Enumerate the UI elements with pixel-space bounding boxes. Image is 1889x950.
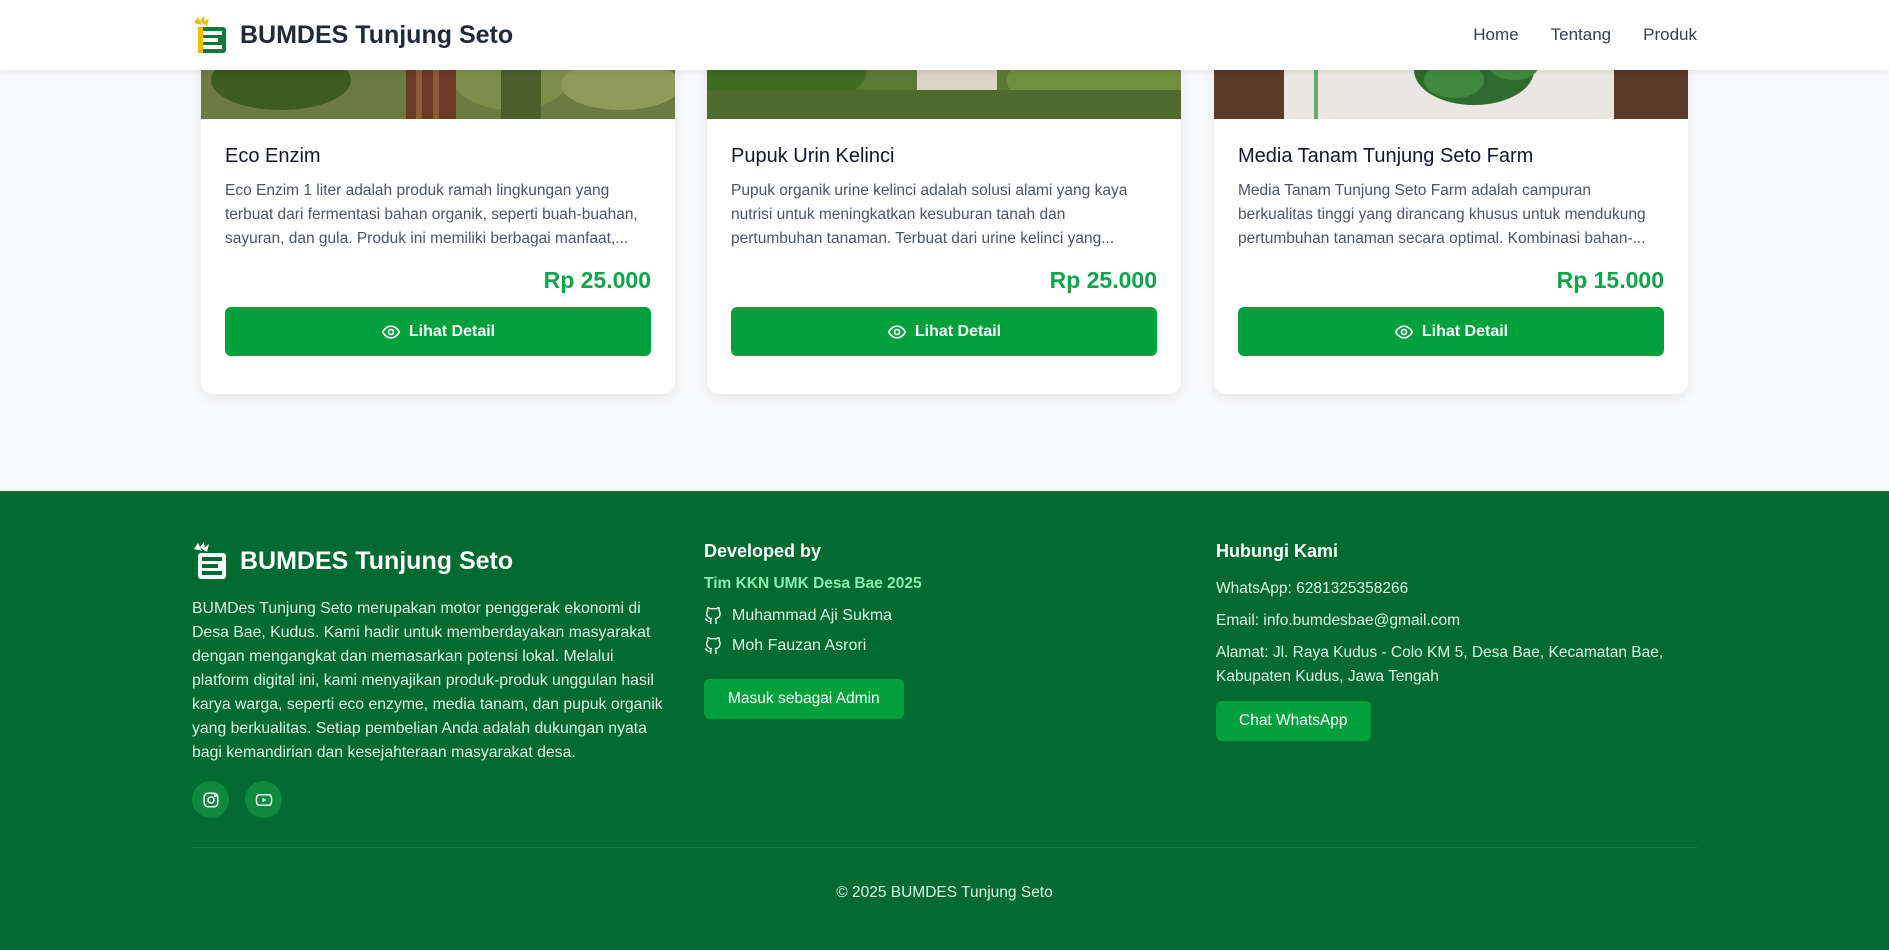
product-description: Pupuk organik urine kelinci adalah solus… xyxy=(731,182,1128,247)
contact-email: Email: info.bumdesbae@gmail.com xyxy=(1216,612,1461,629)
view-detail-button[interactable]: Lihat Detail xyxy=(1238,307,1664,356)
team-name: Tim KKN UMK Desa Bae 2025 xyxy=(704,575,922,592)
nav-home[interactable]: Home xyxy=(1473,25,1518,45)
footer-divider xyxy=(192,847,1697,848)
footer-about-text: BUMDes Tunjung Seto merupakan motor peng… xyxy=(192,600,663,761)
admin-login-button[interactable]: Masuk sebagai Admin xyxy=(704,679,904,719)
product-price: Rp 15.000 xyxy=(1556,267,1664,293)
nav-produk[interactable]: Produk xyxy=(1643,25,1697,45)
logo-icon xyxy=(194,16,226,53)
developed-by-heading: Developed by xyxy=(704,541,822,561)
view-detail-label: Lihat Detail xyxy=(408,322,496,340)
view-detail-button[interactable]: Lihat Detail xyxy=(225,307,651,356)
brand-link[interactable]: BUMDES Tunjung Seto xyxy=(192,15,513,55)
developer-name: Moh Fauzan Asrori xyxy=(732,637,867,654)
youtube-link[interactable] xyxy=(245,781,282,818)
product-description: Eco Enzim 1 liter adalah produk ramah li… xyxy=(225,182,638,247)
eye-icon xyxy=(1394,324,1414,339)
main-nav: Home Tentang Produk xyxy=(1473,25,1697,45)
view-detail-label: Lihat Detail xyxy=(1421,322,1509,340)
products-section: Eco Enzim Eco Enzim 1 liter adalah produ… xyxy=(0,0,1889,491)
social-links xyxy=(192,781,670,818)
github-icon xyxy=(704,637,721,655)
eye-icon xyxy=(381,324,401,339)
contact-whatsapp: WhatsApp: 6281325358266 xyxy=(1216,580,1409,597)
developer-link[interactable]: Moh Fauzan Asrori xyxy=(704,637,1164,655)
eye-icon xyxy=(887,324,907,339)
footer-brand-name: BUMDES Tunjung Seto xyxy=(240,546,514,575)
product-title: Pupuk Urin Kelinci xyxy=(731,145,895,167)
copyright: © 2025 BUMDES Tunjung Seto xyxy=(836,884,1053,901)
site-header: BUMDES Tunjung Seto Home Tentang Produk xyxy=(0,0,1889,70)
view-detail-button[interactable]: Lihat Detail xyxy=(731,307,1157,356)
logo-icon xyxy=(194,542,226,579)
brand-name: BUMDES Tunjung Seto xyxy=(240,20,514,49)
developer-name: Muhammad Aji Sukma xyxy=(732,607,893,624)
contact-address: Alamat: Jl. Raya Kudus - Colo KM 5, Desa… xyxy=(1216,644,1664,685)
product-title: Media Tanam Tunjung Seto Farm xyxy=(1238,145,1534,167)
developer-link[interactable]: Muhammad Aji Sukma xyxy=(704,607,1164,625)
footer-brand: BUMDES Tunjung Seto xyxy=(192,541,670,581)
instagram-link[interactable] xyxy=(192,781,229,818)
footer-contact: Hubungi Kami WhatsApp: 6281325358266 Ema… xyxy=(1216,541,1696,741)
github-icon xyxy=(704,607,721,625)
product-price: Rp 25.000 xyxy=(543,267,651,293)
product-title: Eco Enzim xyxy=(225,145,321,167)
instagram-icon xyxy=(203,792,218,807)
nav-tentang[interactable]: Tentang xyxy=(1551,25,1612,45)
product-price: Rp 25.000 xyxy=(1049,267,1157,293)
chat-whatsapp-button[interactable]: Chat WhatsApp xyxy=(1216,701,1371,741)
view-detail-label: Lihat Detail xyxy=(914,322,1002,340)
youtube-icon xyxy=(255,793,272,806)
site-footer: BUMDES Tunjung Seto BUMDes Tunjung Seto … xyxy=(0,491,1889,950)
footer-developers: Developed by Tim KKN UMK Desa Bae 2025 M… xyxy=(704,541,1164,719)
footer-about: BUMDES Tunjung Seto BUMDes Tunjung Seto … xyxy=(192,541,670,818)
contact-heading: Hubungi Kami xyxy=(1216,541,1338,561)
product-description: Media Tanam Tunjung Seto Farm adalah cam… xyxy=(1238,182,1646,247)
